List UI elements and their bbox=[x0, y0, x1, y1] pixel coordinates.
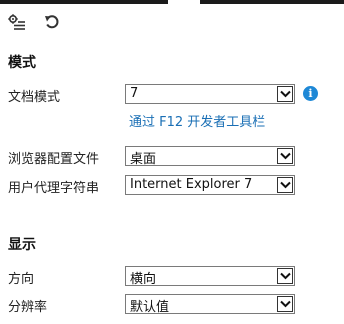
f12-developer-tools-link[interactable]: 通过 F12 开发者工具栏 bbox=[129, 111, 265, 130]
user-agent-value: Internet Explorer 7 bbox=[130, 177, 253, 192]
chevron-down-icon[interactable] bbox=[277, 268, 293, 284]
user-agent-label: 用户代理字符串 bbox=[8, 181, 100, 196]
browser-profile-label: 浏览器配置文件 bbox=[8, 152, 100, 167]
document-mode-select[interactable]: 7 bbox=[125, 84, 295, 104]
settings-button[interactable] bbox=[6, 11, 28, 33]
emulation-toolbar bbox=[0, 8, 344, 38]
chevron-down-icon[interactable] bbox=[277, 86, 293, 102]
chevron-down-icon[interactable] bbox=[277, 296, 293, 312]
browser-profile-value: 桌面 bbox=[130, 152, 157, 167]
display-section-title: 显示 bbox=[8, 237, 36, 253]
info-icon[interactable]: i bbox=[303, 86, 318, 101]
top-tab-left bbox=[0, 0, 168, 4]
resolution-label: 分辨率 bbox=[8, 300, 48, 315]
orientation-value: 横向 bbox=[130, 272, 157, 287]
document-mode-label: 文档模式 bbox=[8, 90, 61, 105]
undo-button[interactable] bbox=[41, 11, 63, 33]
resolution-value: 默认值 bbox=[130, 300, 170, 315]
top-tab-right bbox=[200, 0, 344, 4]
gear-list-icon bbox=[8, 14, 25, 30]
browser-profile-select[interactable]: 桌面 bbox=[125, 146, 295, 167]
mode-section-title: 模式 bbox=[8, 55, 36, 71]
orientation-label: 方向 bbox=[8, 272, 35, 287]
resolution-select[interactable]: 默认值 bbox=[125, 294, 295, 315]
chevron-down-icon[interactable] bbox=[277, 148, 293, 164]
chevron-down-icon[interactable] bbox=[277, 177, 293, 193]
orientation-select[interactable]: 横向 bbox=[125, 266, 295, 287]
undo-icon bbox=[45, 15, 59, 29]
document-mode-value: 7 bbox=[130, 86, 139, 101]
user-agent-select[interactable]: Internet Explorer 7 bbox=[125, 175, 295, 195]
top-tab-strip bbox=[0, 0, 344, 6]
